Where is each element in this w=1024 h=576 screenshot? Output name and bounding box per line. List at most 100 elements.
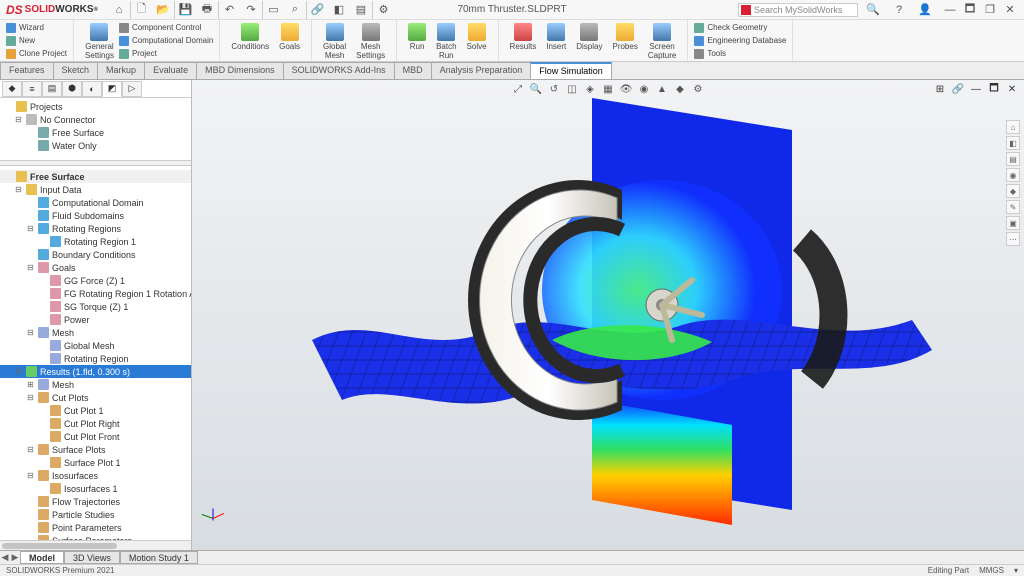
status-extra-icon[interactable]: ▾ [1014,566,1018,575]
tree-projects[interactable]: Projects [0,100,191,113]
tab-mbd[interactable]: MBD [394,62,432,79]
tree-no-connector[interactable]: ⊟No Connector [0,113,191,126]
qat-undo-icon[interactable]: ↶ [218,1,240,19]
taskpane-custom-icon[interactable]: ◆ [1006,184,1020,198]
tab-features[interactable]: Features [0,62,54,79]
help-icon[interactable]: ? [888,1,910,19]
tree-isosurfaces[interactable]: ⊟Isosurfaces [0,469,191,482]
tree-free-surface-project[interactable]: Free Surface [0,126,191,139]
tree-mesh[interactable]: ⊟Mesh [0,326,191,339]
qat-home-icon[interactable]: ⌂ [108,1,130,19]
tree-cut-plot-1[interactable]: Cut Plot 1 [0,404,191,417]
tree-rotating-regions[interactable]: ⊟Rotating Regions [0,222,191,235]
restoredown-icon[interactable]: ❐ [980,1,1000,19]
taskpane-flow-icon[interactable]: ▣ [1006,216,1020,230]
tab-scroll-right-icon[interactable]: ▶ [10,552,20,563]
tree-computational-domain[interactable]: Computational Domain [0,196,191,209]
tree-rotating-region-1[interactable]: Rotating Region 1 [0,235,191,248]
tree-input-data[interactable]: ⊟Input Data [0,183,191,196]
tree-goal-power[interactable]: Power [0,313,191,326]
tree-results-mesh[interactable]: ⊞Mesh [0,378,191,391]
qat-cursor-icon[interactable]: ⌕ [284,1,306,19]
tree-surface-plots[interactable]: ⊟Surface Plots [0,443,191,456]
close-icon[interactable]: ✕ [1000,1,1020,19]
goals-button[interactable]: Goals [274,21,305,53]
restore-icon[interactable]: 🗖 [960,1,980,19]
taskpane-appearances-icon[interactable]: ◉ [1006,168,1020,182]
tools-button[interactable]: Tools [694,47,786,60]
tree-goal-sg[interactable]: SG Torque (Z) 1 [0,300,191,313]
tree-boundary-conditions[interactable]: Boundary Conditions [0,248,191,261]
minimize-icon[interactable]: — [940,1,960,19]
tree-goal-gg[interactable]: GG Force (Z) 1 [0,274,191,287]
tree-rotating-region-mesh[interactable]: Rotating Region [0,352,191,365]
tree-results[interactable]: ⊟Results (1.fld, 0.300 s) [0,365,191,378]
taskpane-home-icon[interactable]: ⌂ [1006,120,1020,134]
tree-cut-plot-front[interactable]: Cut Plot Front [0,430,191,443]
component-control-button[interactable]: Component Control [119,21,213,34]
panel-tab-1[interactable]: ◆ [2,81,22,97]
mesh-settings-button[interactable]: Mesh Settings [351,21,390,62]
tree-goals[interactable]: ⊟Goals [0,261,191,274]
qat-save-icon[interactable]: 💾 [174,1,196,19]
user-icon[interactable]: 👤 [914,1,936,19]
panel-tab-4[interactable]: ⬢ [62,81,82,97]
tree-splitter[interactable] [0,160,191,166]
check-geometry-button[interactable]: Check Geometry [694,21,786,34]
tab-flow-simulation[interactable]: Flow Simulation [530,62,612,79]
new-button[interactable]: New [6,34,67,47]
panel-tab-3[interactable]: ▤ [42,81,62,97]
tab-sketch[interactable]: Sketch [53,62,99,79]
clone-button[interactable]: Clone Project [6,47,67,60]
bottom-tab-motion[interactable]: Motion Study 1 [120,551,198,564]
solve-button[interactable]: Solve [462,21,492,62]
tab-markup[interactable]: Markup [97,62,145,79]
qat-print-icon[interactable]: 🖶 [196,1,218,19]
project-button[interactable]: Project [119,47,213,60]
probes-button[interactable]: Probes [607,21,642,62]
general-settings-button[interactable]: General Settings [80,21,119,62]
tree-point-parameters[interactable]: Point Parameters [0,521,191,534]
tree-surface-plot-1[interactable]: Surface Plot 1 [0,456,191,469]
tab-addins[interactable]: SOLIDWORKS Add-Ins [283,62,395,79]
engineering-db-button[interactable]: Engineering Database [694,34,786,47]
tree-cut-plots[interactable]: ⊟Cut Plots [0,391,191,404]
tab-mbd-dimensions[interactable]: MBD Dimensions [196,62,284,79]
panel-tab-7[interactable]: ▷ [122,81,142,97]
panel-tab-5[interactable]: ◐ [82,81,102,97]
global-mesh-button[interactable]: Global Mesh [318,21,351,62]
tree-global-mesh[interactable]: Global Mesh [0,339,191,352]
taskpane-resources-icon[interactable]: ◧ [1006,136,1020,150]
computational-domain-button[interactable]: Computational Domain [119,34,213,47]
bottom-tab-3dviews[interactable]: 3D Views [64,551,120,564]
qat-open-icon[interactable]: 📂 [152,1,174,19]
screen-capture-button[interactable]: Screen Capture [643,21,681,62]
tree-scrollbar[interactable] [0,540,191,550]
orientation-triad[interactable] [200,500,226,526]
viewport[interactable]: ⤢ 🔍 ↺ ◫ ◈ ▦ 👁 ◉ ▲ ◆ ⚙ ⊞ 🔗 — 🗖 ✕ [192,80,1024,550]
wizard-button[interactable]: Wizard [6,21,67,34]
tab-evaluate[interactable]: Evaluate [144,62,197,79]
qat-link-icon[interactable]: 🔗 [306,1,328,19]
tab-scroll-left-icon[interactable]: ◀ [0,552,10,563]
tree-water-only-project[interactable]: Water Only [0,139,191,152]
taskpane-extra-icon[interactable]: ⋯ [1006,232,1020,246]
tree-flow-trajectories[interactable]: Flow Trajectories [0,495,191,508]
batch-run-button[interactable]: Batch Run [431,21,461,62]
conditions-button[interactable]: Conditions [226,21,274,53]
taskpane-forum-icon[interactable]: ✎ [1006,200,1020,214]
tab-analysis-prep[interactable]: Analysis Preparation [431,62,532,79]
tree-goal-fg[interactable]: FG Rotating Region 1 Rotation Angl [0,287,191,300]
panel-tab-flow[interactable]: ◩ [102,81,122,97]
bottom-tab-model[interactable]: Model [20,551,64,564]
tree-fluid-subdomains[interactable]: Fluid Subdomains [0,209,191,222]
tree-particle-studies[interactable]: Particle Studies [0,508,191,521]
qat-color-icon[interactable]: ◧ [328,1,350,19]
results-button[interactable]: Results [505,21,542,62]
tree-root[interactable]: Free Surface [0,170,191,183]
qat-layers-icon[interactable]: ▤ [350,1,372,19]
display-button[interactable]: Display [571,21,607,62]
run-button[interactable]: Run [403,21,431,62]
search-icon[interactable]: 🔍 [862,1,884,19]
tree-cut-plot-right[interactable]: Cut Plot Right [0,417,191,430]
